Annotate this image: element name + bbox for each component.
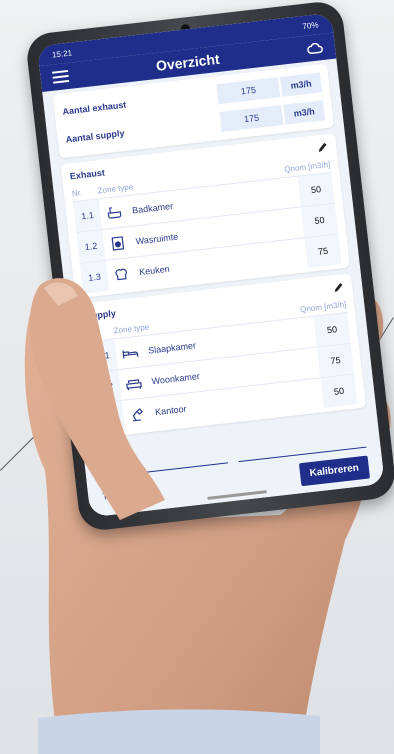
thumb <box>29 278 166 520</box>
photo-scene: 15:21 70% Overzicht Aantal exhaust 175 m… <box>0 0 394 754</box>
